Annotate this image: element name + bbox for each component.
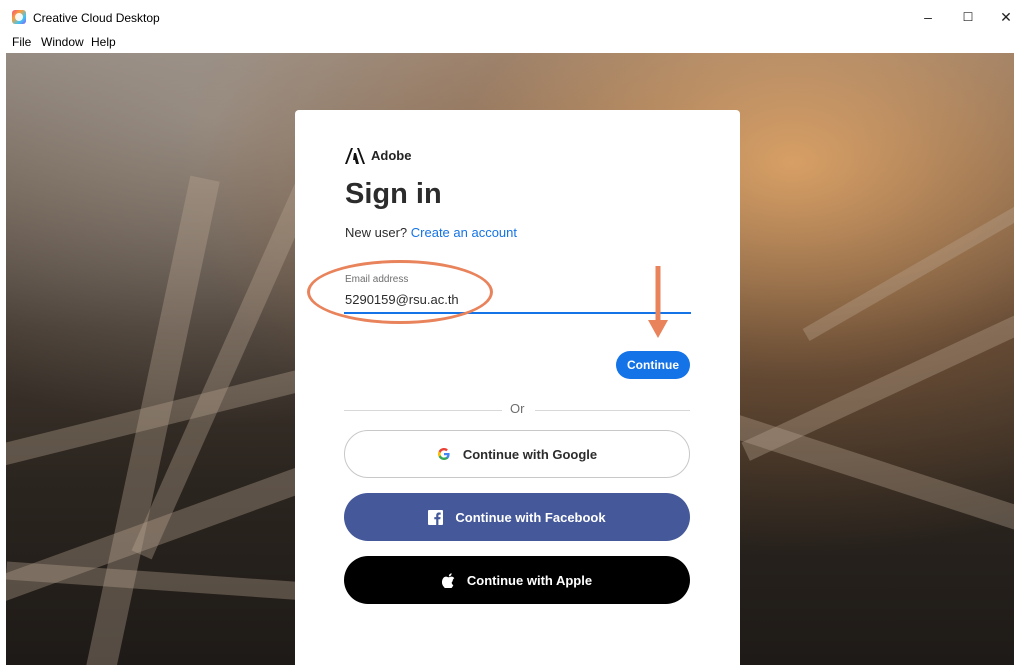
create-account-link[interactable]: Create an account xyxy=(411,225,517,240)
facebook-button-label: Continue with Facebook xyxy=(455,509,606,525)
apple-icon xyxy=(441,572,455,588)
creative-cloud-icon xyxy=(12,10,26,24)
window-title: Creative Cloud Desktop xyxy=(33,11,160,25)
adobe-logo-icon xyxy=(345,148,365,164)
menu-help[interactable]: Help xyxy=(91,35,116,49)
new-user-row: New user? Create an account xyxy=(345,225,517,240)
maximize-button[interactable]: ☐ xyxy=(948,6,988,28)
google-icon xyxy=(437,448,450,460)
close-button[interactable]: ✕ xyxy=(986,6,1020,28)
page-title: Sign in xyxy=(345,178,442,210)
google-signin-button[interactable]: Continue with Google xyxy=(344,430,690,478)
brand-name: Adobe xyxy=(371,148,412,163)
apple-signin-button[interactable]: Continue with Apple xyxy=(344,556,690,604)
menu-bar: File Window Help xyxy=(0,34,1020,52)
minimize-button[interactable]: – xyxy=(908,6,948,28)
facebook-icon xyxy=(428,509,444,525)
new-user-text: New user? xyxy=(345,225,408,240)
facebook-signin-button[interactable]: Continue with Facebook xyxy=(344,493,690,541)
signin-card: Adobe Sign in New user? Create an accoun… xyxy=(295,110,740,665)
or-separator: Or xyxy=(510,401,525,416)
divider-right xyxy=(535,410,690,411)
title-bar: Creative Cloud Desktop – ☐ ✕ xyxy=(0,0,1020,34)
annotation-circle xyxy=(307,260,493,324)
menu-window[interactable]: Window xyxy=(41,35,84,49)
google-button-label: Continue with Google xyxy=(462,446,598,462)
menu-file[interactable]: File xyxy=(12,35,31,49)
divider-left xyxy=(344,410,502,411)
apple-button-label: Continue with Apple xyxy=(466,572,593,588)
continue-button[interactable]: Continue xyxy=(616,351,690,379)
annotation-arrow-icon xyxy=(648,266,668,338)
